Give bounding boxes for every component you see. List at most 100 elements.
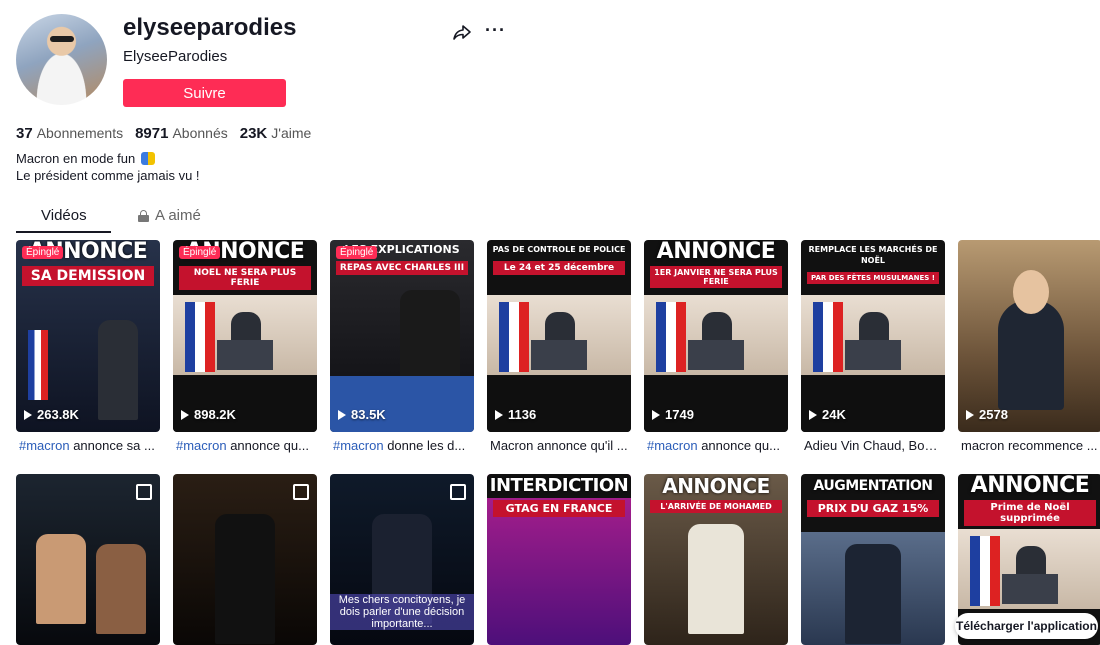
video-card[interactable]: Épinglé LES EXPLICATIONS REPAS AVEC CHARL… [330, 240, 474, 474]
mask-emoji-icon [140, 152, 155, 165]
stat-followers[interactable]: 8971 Abonnés [135, 125, 228, 142]
video-caption[interactable]: macron recommence ... [961, 438, 1100, 453]
profile-username: elyseeparodies [123, 14, 297, 41]
video-card[interactable] [173, 474, 317, 645]
thumb-subheadline: NOEL NE SERA PLUS FERIE [179, 266, 311, 290]
tab-active-indicator [16, 231, 111, 233]
thumb-price-panel [330, 376, 474, 432]
view-count: 1749 [652, 407, 694, 422]
profile-bio: Macron en mode fun Le président comme ja… [16, 150, 200, 184]
thumb-subheadline: REPAS AVEC CHARLES III [336, 261, 468, 275]
photo-icon [293, 484, 309, 500]
profile-tabs: Vidéos A aimé [16, 203, 1100, 233]
view-count: 898.2K [181, 407, 236, 422]
thumb-person [998, 300, 1064, 410]
profile-nickname: ElyseeParodies [123, 48, 228, 65]
thumb-overlay-text: Mes chers concitoyens, je dois parler d'… [330, 594, 474, 630]
bio-line-1: Macron en mode fun [16, 151, 136, 166]
thumb-podium [688, 340, 744, 370]
stat-likes: 23K J'aime [239, 125, 312, 142]
thumb-subheadline: Prime de Noël supprimée [964, 500, 1096, 526]
share-icon[interactable] [452, 22, 472, 42]
thumb-person [845, 544, 901, 644]
download-app-button[interactable]: Télécharger l'application [955, 613, 1098, 639]
follow-button[interactable]: Suivre [123, 79, 286, 107]
thumb-bottom [644, 376, 788, 432]
video-card[interactable]: AUGMENTATION PRIX DU GAZ 15% [801, 474, 945, 645]
play-icon [495, 409, 503, 420]
video-caption[interactable]: Macron annonce qu'il ... [490, 438, 630, 453]
profile-avatar[interactable] [16, 14, 107, 105]
tab-liked[interactable]: A aimé [138, 207, 201, 224]
thumb-flag [499, 302, 529, 372]
tab-videos[interactable]: Vidéos [41, 207, 87, 224]
play-icon [24, 409, 32, 420]
video-caption[interactable]: #macron annonce sa ... [19, 438, 159, 453]
video-card[interactable]: 2578 macron recommence ... [958, 240, 1100, 474]
thumb-person [688, 524, 744, 634]
video-caption[interactable]: #macron annonce qu... [176, 438, 316, 453]
thumb-headline: ANNONCE [656, 240, 776, 264]
view-count: 263.8K [24, 407, 79, 422]
video-card[interactable]: ANNONCE L'ARRIVÉE DE MOHAMED [644, 474, 788, 645]
video-card[interactable]: Mes chers concitoyens, je dois parler d'… [330, 474, 474, 645]
thumb-subheadline: 1ER JANVIER NE SERA PLUS FERIE [650, 266, 782, 288]
video-card[interactable]: Épinglé ANNONCE SA DEMISSION 263.8K #macr… [16, 240, 160, 474]
video-card[interactable]: INTERDICTION GTAG EN FRANCE [487, 474, 631, 645]
avatar-glasses [50, 36, 74, 42]
thumb-headline: INTERDICTION [487, 474, 631, 498]
thumb-headline: ANNONCE [662, 474, 770, 498]
thumb-bottom [487, 376, 631, 432]
video-caption[interactable]: #macron annonce qu... [647, 438, 787, 453]
thumb-flag [28, 330, 48, 400]
stat-following[interactable]: 37 Abonnements [16, 125, 123, 142]
play-icon [809, 409, 817, 420]
profile-stats: 37 Abonnements 8971 Abonnés 23K J'aime [16, 125, 311, 142]
thumb-headline: AUGMENTATION [813, 478, 933, 494]
thumb-fighter-1 [36, 534, 86, 624]
thumb-person [98, 320, 138, 420]
thumb-person [400, 290, 460, 380]
thumb-podium [217, 340, 273, 370]
thumb-podium [1002, 574, 1058, 604]
thumb-flag [813, 302, 843, 372]
lock-icon [138, 209, 149, 222]
thumb-podium [531, 340, 587, 370]
thumb-subheadline: PRIX DU GAZ 15% [807, 500, 939, 517]
view-count: 83.5K [338, 407, 386, 422]
thumb-bottom [173, 376, 317, 432]
pinned-badge: Épinglé [179, 246, 221, 259]
play-icon [652, 409, 660, 420]
video-card[interactable] [16, 474, 160, 645]
video-card[interactable]: REMPLACE LES MARCHÉS DE NOËL PAR DES FÊTE… [801, 240, 945, 474]
thumb-fighter-2 [96, 544, 146, 634]
thumb-flag [970, 536, 1000, 606]
more-icon[interactable]: ··· [485, 20, 506, 41]
bio-line-2: Le président comme jamais vu ! [16, 168, 200, 183]
thumb-headline: PAS DE CONTROLE DE POLICE [492, 245, 626, 254]
thumb-subheadline: PAR DES FÊTES MUSULMANES ! [807, 272, 939, 284]
photo-icon [450, 484, 466, 500]
play-icon [966, 409, 974, 420]
thumb-flag [185, 302, 215, 372]
thumb-subheadline: Le 24 et 25 décembre [493, 261, 625, 275]
pinned-badge: Épinglé [336, 246, 378, 259]
thumb-headline: REMPLACE LES MARCHÉS DE NOËL [808, 245, 938, 265]
thumb-subheadline: GTAG EN FRANCE [493, 500, 625, 517]
thumb-headline: ANNONCE [970, 474, 1090, 498]
thumb-bottom [801, 376, 945, 432]
video-caption[interactable]: Adieu Vin Chaud, Bonj... [804, 438, 944, 453]
pinned-badge: Épinglé [22, 246, 64, 259]
video-card[interactable]: PAS DE CONTROLE DE POLICE Le 24 et 25 déc… [487, 240, 631, 474]
video-card[interactable]: ANNONCE 1ER JANVIER NE SERA PLUS FERIE 17… [644, 240, 788, 474]
video-caption[interactable]: #macron donne les d... [333, 438, 473, 453]
video-card[interactable]: Épinglé ANNONCE NOEL NE SERA PLUS FERIE 8… [173, 240, 317, 474]
thumb-subheadline: L'ARRIVÉE DE MOHAMED [650, 500, 782, 513]
thumb-person [215, 514, 275, 644]
thumb-flag [656, 302, 686, 372]
view-count: 2578 [966, 407, 1008, 422]
photo-icon [136, 484, 152, 500]
thumb-podium [845, 340, 901, 370]
view-count: 1136 [495, 407, 536, 422]
thumb-subheadline: SA DEMISSION [22, 266, 154, 286]
